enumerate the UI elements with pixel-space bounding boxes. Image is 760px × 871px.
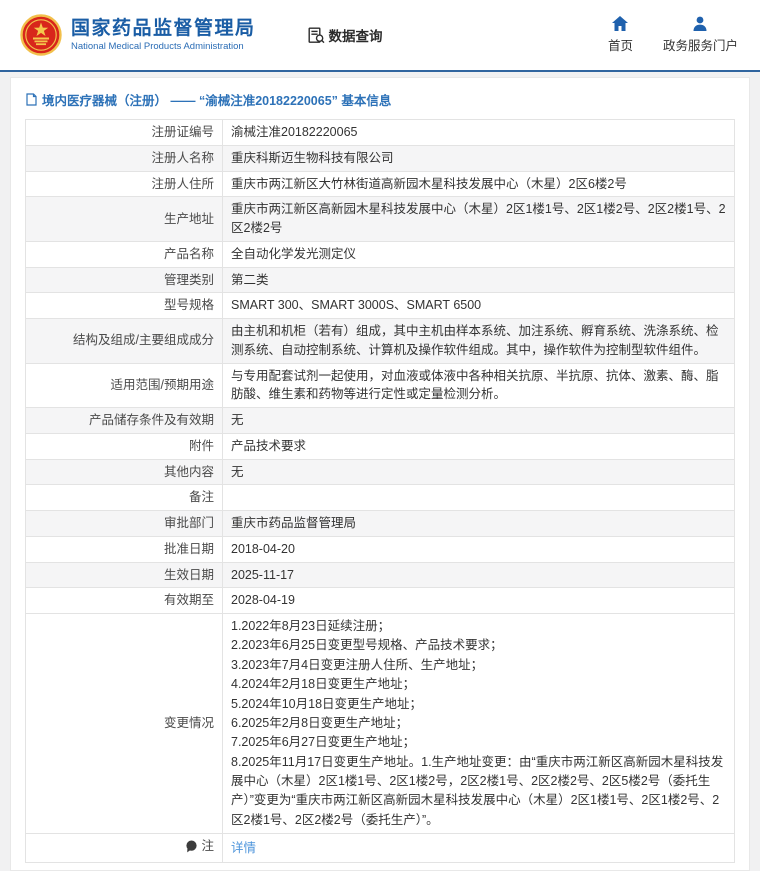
change-record-line: 2.2023年6月25日变更型号规格、产品技术要求； <box>231 636 726 655</box>
site-header: 国家药品监督管理局 National Medical Products Admi… <box>0 0 760 70</box>
change-record-line: 5.2024年10月18日变更生产地址； <box>231 695 726 714</box>
change-record-line: 1.2022年8月23日延续注册； <box>231 617 726 636</box>
row-value: 1.2022年8月23日延续注册；2.2023年6月25日变更型号规格、产品技术… <box>223 614 735 834</box>
row-value: 第二类 <box>223 267 735 293</box>
row-value: 重庆市两江新区大竹林街道高新园木星科技发展中心（木星）2区6楼2号 <box>223 171 735 197</box>
table-row: 适用范围/预期用途与专用配套试剂一起使用，对血液或体液中各种相关抗原、半抗原、抗… <box>26 363 735 408</box>
change-record-line: 6.2025年2月8日变更生产地址； <box>231 714 726 733</box>
document-search-icon <box>308 27 325 44</box>
nav-gov-portal[interactable]: 政务服务门户 <box>663 16 738 54</box>
site-subtitle: National Medical Products Administration <box>71 41 256 52</box>
row-value: 详情 <box>223 834 735 863</box>
table-row: 批准日期2018-04-20 <box>26 536 735 562</box>
nav-gov-portal-label: 政务服务门户 <box>663 35 738 54</box>
row-value: 2018-04-20 <box>223 536 735 562</box>
national-emblem-icon <box>20 14 62 56</box>
user-icon <box>692 16 708 31</box>
row-label: 备注 <box>26 485 223 511</box>
table-row: 附件产品技术要求 <box>26 433 735 459</box>
home-icon <box>612 16 628 31</box>
row-value: 2028-04-19 <box>223 588 735 614</box>
change-record-line: 3.2023年7月4日变更注册人住所、生产地址； <box>231 656 726 675</box>
row-value: 产品技术要求 <box>223 433 735 459</box>
row-value <box>223 485 735 511</box>
page-icon <box>26 93 37 106</box>
row-label: 注册人住所 <box>26 171 223 197</box>
table-row: 注册人住所重庆市两江新区大竹林街道高新园木星科技发展中心（木星）2区6楼2号 <box>26 171 735 197</box>
row-value: SMART 300、SMART 3000S、SMART 6500 <box>223 293 735 319</box>
nav-data-query[interactable]: 数据查询 <box>308 25 383 45</box>
change-record-line: 8.2025年11月17日变更生产地址。1.生产地址变更：由“重庆市两江新区高新… <box>231 753 726 831</box>
row-label: 审批部门 <box>26 511 223 537</box>
comment-icon <box>185 840 198 853</box>
row-label: 产品名称 <box>26 241 223 267</box>
table-row: 审批部门重庆市药品监督管理局 <box>26 511 735 537</box>
header-divider <box>0 70 760 72</box>
site-title: 国家药品监督管理局 <box>71 18 256 40</box>
header-right-nav: 首页 政务服务门户 <box>608 16 742 54</box>
row-label: 批准日期 <box>26 536 223 562</box>
table-row: 产品储存条件及有效期无 <box>26 408 735 434</box>
nav-data-query-label: 数据查询 <box>329 25 383 45</box>
breadcrumb: 境内医疗器械（注册） —— “渝械注准20182220065” 基本信息 <box>25 86 735 119</box>
row-label: 注册证编号 <box>26 120 223 146</box>
row-value: 重庆市两江新区高新园木星科技发展中心（木星）2区1楼1号、2区1楼2号、2区2楼… <box>223 197 735 242</box>
row-label: 型号规格 <box>26 293 223 319</box>
row-label: 产品储存条件及有效期 <box>26 408 223 434</box>
table-row: 生产地址重庆市两江新区高新园木星科技发展中心（木星）2区1楼1号、2区1楼2号、… <box>26 197 735 242</box>
row-value: 渝械注准20182220065 <box>223 120 735 146</box>
table-row: 管理类别第二类 <box>26 267 735 293</box>
info-table: 注册证编号渝械注准20182220065注册人名称重庆科斯迈生物科技有限公司注册… <box>25 119 735 863</box>
row-label: 生效日期 <box>26 562 223 588</box>
row-label: 管理类别 <box>26 267 223 293</box>
nav-home-label: 首页 <box>608 35 633 54</box>
nav-home[interactable]: 首页 <box>608 16 633 54</box>
info-table-body: 注册证编号渝械注准20182220065注册人名称重庆科斯迈生物科技有限公司注册… <box>26 120 735 863</box>
row-value: 重庆市药品监督管理局 <box>223 511 735 537</box>
row-label: 附件 <box>26 433 223 459</box>
row-label: 其他内容 <box>26 459 223 485</box>
site-logo[interactable]: 国家药品监督管理局 National Medical Products Admi… <box>20 14 256 56</box>
row-label: 注册人名称 <box>26 145 223 171</box>
row-value: 全自动化学发光测定仪 <box>223 241 735 267</box>
change-record-line: 4.2024年2月18日变更生产地址； <box>231 675 726 694</box>
row-value: 2025-11-17 <box>223 562 735 588</box>
row-value: 与专用配套试剂一起使用，对血液或体液中各种相关抗原、半抗原、抗体、激素、酶、脂肪… <box>223 363 735 408</box>
row-label: 有效期至 <box>26 588 223 614</box>
row-label: 结构及组成/主要组成成分 <box>26 319 223 364</box>
breadcrumb-text: 境内医疗器械（注册） —— “渝械注准20182220065” 基本信息 <box>42 90 391 109</box>
row-value: 无 <box>223 459 735 485</box>
table-row: 注册人名称重庆科斯迈生物科技有限公司 <box>26 145 735 171</box>
row-label: 注 <box>26 834 223 863</box>
content-card: 境内医疗器械（注册） —— “渝械注准20182220065” 基本信息 注册证… <box>10 77 750 871</box>
table-row: 有效期至2028-04-19 <box>26 588 735 614</box>
row-value: 由主机和机柜（若有）组成，其中主机由样本系统、加注系统、孵育系统、洗涤系统、检测… <box>223 319 735 364</box>
table-row: 注 详情 <box>26 834 735 863</box>
row-value: 重庆科斯迈生物科技有限公司 <box>223 145 735 171</box>
table-row: 生效日期2025-11-17 <box>26 562 735 588</box>
row-label: 适用范围/预期用途 <box>26 363 223 408</box>
table-row: 变更情况1.2022年8月23日延续注册；2.2023年6月25日变更型号规格、… <box>26 614 735 834</box>
row-label: 生产地址 <box>26 197 223 242</box>
change-record-line: 7.2025年6月27日变更生产地址； <box>231 733 726 752</box>
table-row: 备注 <box>26 485 735 511</box>
row-label: 变更情况 <box>26 614 223 834</box>
row-value: 无 <box>223 408 735 434</box>
table-row: 型号规格SMART 300、SMART 3000S、SMART 6500 <box>26 293 735 319</box>
table-row: 结构及组成/主要组成成分由主机和机柜（若有）组成，其中主机由样本系统、加注系统、… <box>26 319 735 364</box>
table-row: 其他内容无 <box>26 459 735 485</box>
table-row: 产品名称全自动化学发光测定仪 <box>26 241 735 267</box>
table-row: 注册证编号渝械注准20182220065 <box>26 120 735 146</box>
row-label-text: 注 <box>201 837 214 856</box>
details-link[interactable]: 详情 <box>231 841 256 855</box>
